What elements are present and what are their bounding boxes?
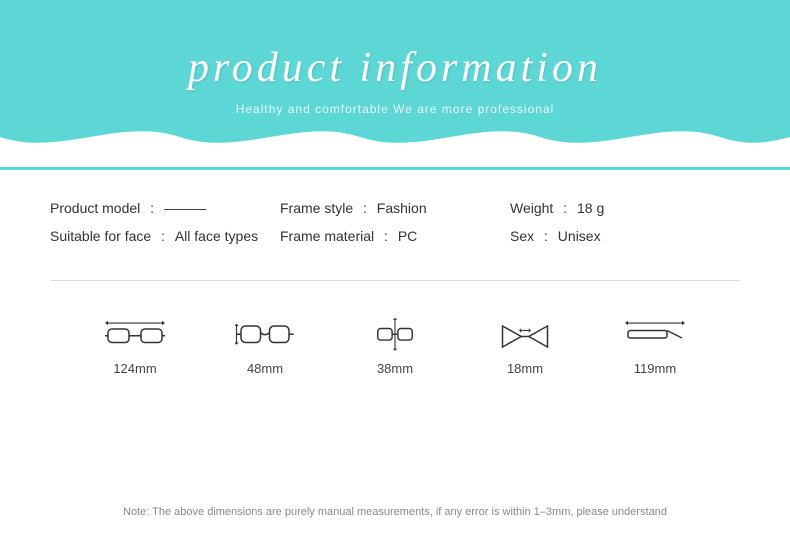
dim-bridge-label: 38mm <box>377 361 413 376</box>
weight-value: 18 g <box>577 200 604 216</box>
dimension-temple: 119mm <box>625 317 685 376</box>
header-section: product information Healthy and comforta… <box>0 0 790 170</box>
info-grid: Product model : ——— Frame style : Fashio… <box>50 200 740 244</box>
frame-style-value: Fashion <box>377 200 427 216</box>
divider <box>50 280 740 281</box>
page-wrapper: product information Healthy and comforta… <box>0 0 790 538</box>
glasses-nose-icon <box>495 317 555 353</box>
header-subtitle: Healthy and comfortable We are more prof… <box>236 102 555 116</box>
frame-style-sep: : <box>359 200 371 216</box>
dimension-bridge: 38mm <box>365 317 425 376</box>
weight-item: Weight : 18 g <box>510 200 740 216</box>
sex-item: Sex : Unisex <box>510 228 740 244</box>
face-type-label: Suitable for face <box>50 228 151 244</box>
product-model-item: Product model : ——— <box>50 200 280 216</box>
face-type-item: Suitable for face : All face types <box>50 228 280 244</box>
content-section: Product model : ——— Frame style : Fashio… <box>0 170 790 538</box>
glasses-temple-icon <box>625 317 685 353</box>
product-model-value: ——— <box>164 200 206 216</box>
dim-temple-label: 119mm <box>634 361 676 376</box>
weight-sep: : <box>559 200 571 216</box>
dimension-lens-width: 124mm <box>105 317 165 376</box>
dim-lens-width-label: 124mm <box>113 361 156 376</box>
frame-material-sep: : <box>380 228 392 244</box>
glasses-width-icon <box>105 317 165 353</box>
sex-sep: : <box>540 228 552 244</box>
dimensions-row: 124mm <box>50 307 740 386</box>
note-text: Note: The above dimensions are purely ma… <box>50 506 740 518</box>
dim-nose-bridge-label: 18mm <box>507 361 543 376</box>
product-model-sep: : <box>146 200 158 216</box>
weight-label: Weight <box>510 200 553 216</box>
glasses-bridge-icon <box>365 317 425 353</box>
sex-value: Unisex <box>558 228 601 244</box>
frame-material-item: Frame material : PC <box>280 228 510 244</box>
dimension-lens-height: 48mm <box>235 317 295 376</box>
page-title: product information <box>188 44 602 92</box>
frame-style-item: Frame style : Fashion <box>280 200 510 216</box>
dimension-nose-bridge: 18mm <box>495 317 555 376</box>
note-section: Note: The above dimensions are purely ma… <box>50 491 740 518</box>
face-type-sep: : <box>157 228 169 244</box>
dim-lens-height-label: 48mm <box>247 361 283 376</box>
wave-decoration <box>0 117 790 170</box>
frame-style-label: Frame style <box>280 200 353 216</box>
face-type-value: All face types <box>175 228 258 244</box>
product-model-label: Product model <box>50 200 140 216</box>
sex-label: Sex <box>510 228 534 244</box>
frame-material-label: Frame material <box>280 228 374 244</box>
glasses-height-icon <box>235 317 295 353</box>
frame-material-value: PC <box>398 228 417 244</box>
